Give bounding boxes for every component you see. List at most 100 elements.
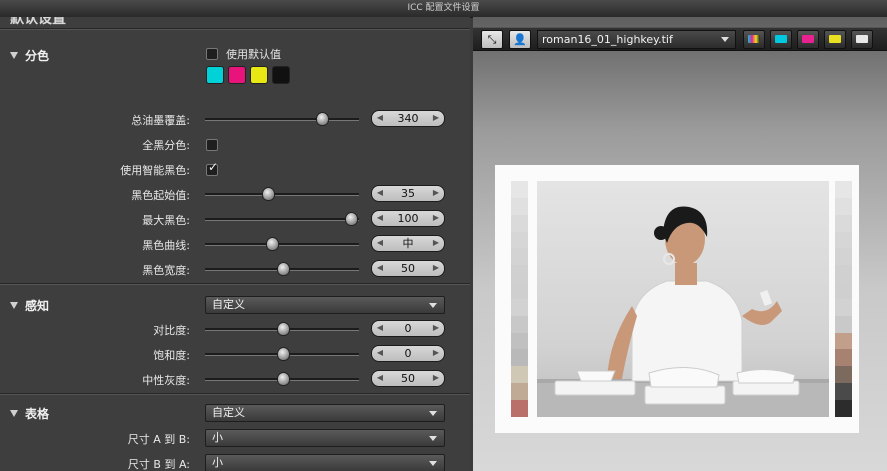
perception-mode-select[interactable]: 自定义	[205, 296, 445, 314]
preview-panel: ⤡ 👤 roman16_01_highkey.tif	[473, 17, 887, 471]
contrast-stepper[interactable]: ◀ 0 ▶	[371, 320, 445, 337]
section-separation[interactable]: 分色	[10, 47, 49, 64]
black-width-stepper[interactable]: ◀ 50 ▶	[371, 260, 445, 277]
color-patch	[835, 315, 852, 333]
decrement-icon[interactable]: ◀	[374, 186, 386, 201]
decrement-icon[interactable]: ◀	[374, 236, 386, 251]
chevron-down-icon	[429, 461, 437, 466]
ink-swatch[interactable]	[206, 66, 224, 84]
increment-icon[interactable]: ▶	[430, 346, 442, 361]
black-start-slider[interactable]	[205, 187, 359, 201]
slider-thumb[interactable]	[261, 187, 275, 201]
neutral-gray-stepper[interactable]: ◀ 50 ▶	[371, 370, 445, 387]
chevron-down-icon	[10, 302, 18, 309]
use-defaults-checkbox[interactable]	[206, 48, 218, 60]
smart-black-checkbox[interactable]: ✓	[206, 160, 218, 176]
color-patch	[835, 349, 852, 367]
saturation-value[interactable]: 0	[386, 346, 430, 361]
color-patch	[835, 231, 852, 249]
increment-icon[interactable]: ▶	[430, 236, 442, 251]
chevron-down-icon	[429, 411, 437, 416]
increment-icon[interactable]: ▶	[430, 111, 442, 126]
settings-panel: 默认设置 分色 使用默认值 总油墨覆盖: ◀ 340 ▶ 全黑分色: 使用智能黑色:…	[0, 17, 470, 471]
slider-thumb[interactable]	[315, 112, 329, 126]
channel-button[interactable]	[770, 30, 792, 49]
max-black-slider[interactable]	[205, 212, 359, 226]
preview-toolbar: ⤡ 👤 roman16_01_highkey.tif	[473, 27, 887, 51]
channel-button[interactable]	[743, 30, 765, 49]
ink-swatch[interactable]	[272, 66, 290, 84]
ink-swatch[interactable]	[250, 66, 268, 84]
section-perception[interactable]: 感知	[10, 297, 49, 314]
size-b-to-a-select[interactable]: 小	[205, 454, 445, 471]
max-black-stepper[interactable]: ◀ 100 ▶	[371, 210, 445, 227]
color-patch	[511, 231, 528, 249]
color-patch	[835, 181, 852, 198]
slider-thumb[interactable]	[266, 237, 280, 251]
slider-thumb[interactable]	[277, 322, 290, 336]
neutral-gray-slider[interactable]	[205, 372, 359, 386]
table-mode-value: 自定义	[212, 406, 245, 419]
channel-button[interactable]	[851, 30, 873, 49]
size-a-to-b-label: 尺寸 A 到 B:	[127, 433, 190, 446]
black-curve-value[interactable]: 中	[386, 236, 430, 251]
black-width-label: 黑色宽度:	[142, 264, 190, 277]
color-patch	[511, 265, 528, 283]
decrement-icon[interactable]: ◀	[374, 261, 386, 276]
color-patch	[835, 399, 852, 417]
image-file-select[interactable]: roman16_01_highkey.tif	[537, 30, 736, 49]
saturation-stepper[interactable]: ◀ 0 ▶	[371, 345, 445, 362]
decrement-icon[interactable]: ◀	[374, 346, 386, 361]
increment-icon[interactable]: ▶	[430, 321, 442, 336]
full-black-checkbox[interactable]	[206, 139, 218, 151]
color-patch	[835, 248, 852, 266]
slider-thumb[interactable]	[344, 212, 358, 226]
black-start-stepper[interactable]: ◀ 35 ▶	[371, 185, 445, 202]
black-curve-stepper[interactable]: ◀ 中 ▶	[371, 235, 445, 252]
black-curve-slider[interactable]	[205, 237, 359, 251]
fit-view-button[interactable]: ⤡	[481, 30, 503, 49]
slider-thumb[interactable]	[277, 262, 290, 276]
total-ink-label: 总油墨覆盖:	[131, 114, 190, 127]
color-patch	[511, 282, 528, 299]
increment-icon[interactable]: ▶	[430, 211, 442, 226]
contrast-slider[interactable]	[205, 322, 359, 336]
ink-swatch[interactable]	[228, 66, 246, 84]
max-black-value[interactable]: 100	[386, 211, 430, 226]
total-ink-value[interactable]: 340	[386, 111, 430, 126]
channel-swatch	[775, 35, 787, 43]
channel-swatch	[856, 35, 868, 43]
channel-button[interactable]	[824, 30, 846, 49]
saturation-slider[interactable]	[205, 347, 359, 361]
slider-thumb[interactable]	[277, 347, 290, 361]
channel-button[interactable]	[797, 30, 819, 49]
section-table[interactable]: 表格	[10, 405, 49, 422]
increment-icon[interactable]: ▶	[430, 261, 442, 276]
color-strip-left	[511, 181, 528, 417]
black-start-value[interactable]: 35	[386, 186, 430, 201]
size-a-to-b-select[interactable]: 小	[205, 429, 445, 447]
color-patch	[835, 332, 852, 350]
increment-icon[interactable]: ▶	[430, 186, 442, 201]
total-ink-slider[interactable]	[205, 112, 359, 126]
chevron-down-icon	[721, 37, 729, 42]
increment-icon[interactable]: ▶	[430, 371, 442, 386]
total-ink-stepper[interactable]: ◀ 340 ▶	[371, 110, 445, 127]
full-black-label: 全黑分色:	[142, 139, 190, 152]
portrait-view-button[interactable]: 👤	[509, 30, 531, 49]
channel-swatch	[829, 35, 841, 43]
black-width-value[interactable]: 50	[386, 261, 430, 276]
table-mode-select[interactable]: 自定义	[205, 404, 445, 422]
neutral-gray-value[interactable]: 50	[386, 371, 430, 386]
section-title: 默认设置	[10, 17, 66, 27]
decrement-icon[interactable]: ◀	[374, 371, 386, 386]
color-patch	[511, 366, 528, 384]
color-patch	[511, 181, 528, 198]
color-patch	[835, 197, 852, 215]
slider-thumb[interactable]	[277, 372, 290, 386]
decrement-icon[interactable]: ◀	[374, 321, 386, 336]
decrement-icon[interactable]: ◀	[374, 111, 386, 126]
black-width-slider[interactable]	[205, 262, 359, 276]
contrast-value[interactable]: 0	[386, 321, 430, 336]
decrement-icon[interactable]: ◀	[374, 211, 386, 226]
